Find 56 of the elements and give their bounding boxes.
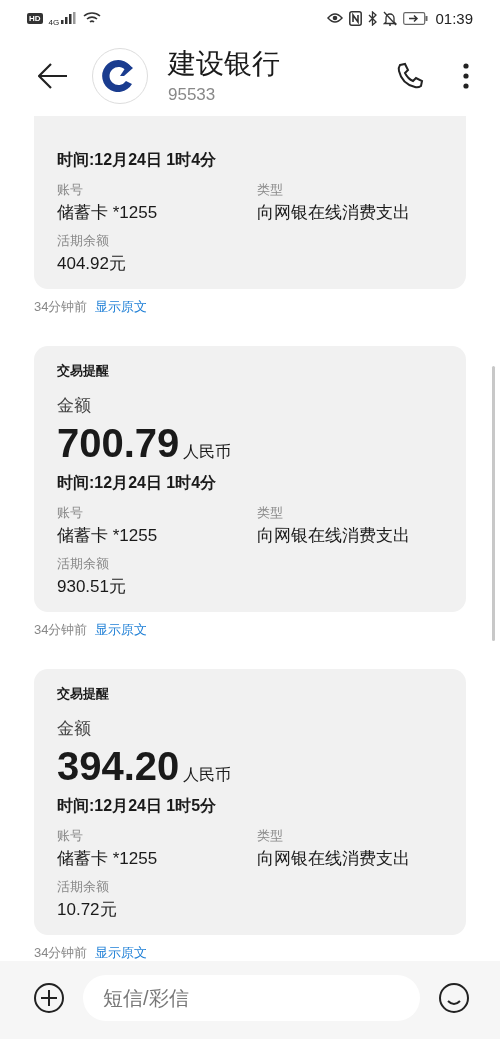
battery-icon bbox=[403, 11, 430, 25]
field-label: 类型 bbox=[257, 181, 284, 199]
phone-icon bbox=[396, 62, 424, 90]
field-label: 金额 bbox=[57, 718, 92, 740]
balance-value: 10.72元 bbox=[57, 899, 118, 921]
contact-name: 建设银行 bbox=[168, 47, 281, 81]
field-label: 活期余额 bbox=[57, 878, 110, 896]
clock-time: 01:39 bbox=[435, 9, 473, 27]
network-type: 4G bbox=[48, 17, 60, 27]
type-value: 向网银在线消费支出 bbox=[257, 202, 411, 224]
eye-icon bbox=[327, 12, 344, 24]
emoji-button[interactable] bbox=[438, 982, 470, 1014]
account-value: 储蓄卡 *1255 bbox=[57, 202, 159, 224]
smiley-icon bbox=[438, 982, 470, 1014]
nfc-icon bbox=[349, 10, 363, 26]
message-time: 34分钟前 bbox=[34, 944, 88, 961]
currency-label: 人民币 bbox=[183, 442, 232, 462]
field-label: 类型 bbox=[257, 827, 284, 845]
message-input[interactable]: 短信/彩信 bbox=[83, 975, 420, 1021]
transaction-time: 时间:12月24日 1时4分 bbox=[57, 150, 218, 170]
message-time: 34分钟前 bbox=[34, 621, 88, 639]
bluetooth-icon bbox=[368, 10, 378, 26]
add-button[interactable] bbox=[33, 982, 65, 1014]
message-title: 交易提醒 bbox=[57, 685, 110, 703]
type-value: 向网银在线消费支出 bbox=[257, 525, 411, 547]
more-icon bbox=[462, 63, 470, 89]
type-value: 向网银在线消费支出 bbox=[257, 848, 411, 870]
plus-icon bbox=[33, 982, 65, 1014]
message-time: 34分钟前 bbox=[34, 298, 88, 316]
field-label: 活期余额 bbox=[57, 232, 110, 250]
amount-value: 394.20 bbox=[57, 743, 180, 790]
field-label: 活期余额 bbox=[57, 555, 110, 573]
signal-icon bbox=[61, 12, 78, 24]
transaction-time: 时间:12月24日 1时4分 bbox=[57, 473, 218, 493]
account-value: 储蓄卡 *1255 bbox=[57, 525, 159, 547]
balance-value: 930.51元 bbox=[57, 576, 127, 598]
show-original-link[interactable]: 显示原文 bbox=[95, 944, 148, 961]
show-original-link[interactable]: 显示原文 bbox=[95, 298, 148, 316]
bell-off-icon bbox=[383, 10, 398, 26]
field-label: 账号 bbox=[57, 504, 84, 522]
field-label: 账号 bbox=[57, 181, 84, 199]
amount-value: 700.79 bbox=[57, 420, 180, 467]
wifi-icon bbox=[83, 11, 102, 25]
back-arrow-icon bbox=[38, 63, 68, 89]
balance-value: 404.92元 bbox=[57, 253, 127, 275]
currency-label: 人民币 bbox=[183, 765, 232, 785]
field-label: 账号 bbox=[57, 827, 84, 845]
message-title: 交易提醒 bbox=[57, 362, 110, 380]
field-label: 类型 bbox=[257, 504, 284, 522]
field-label: 金额 bbox=[57, 395, 92, 417]
account-value: 储蓄卡 *1255 bbox=[57, 848, 159, 870]
contact-number: 95533 bbox=[168, 85, 217, 105]
show-original-link[interactable]: 显示原文 bbox=[95, 621, 148, 639]
transaction-time: 时间:12月24日 1时5分 bbox=[57, 796, 218, 816]
hd-badge: HD bbox=[27, 12, 43, 24]
scroll-bar[interactable] bbox=[492, 366, 495, 641]
